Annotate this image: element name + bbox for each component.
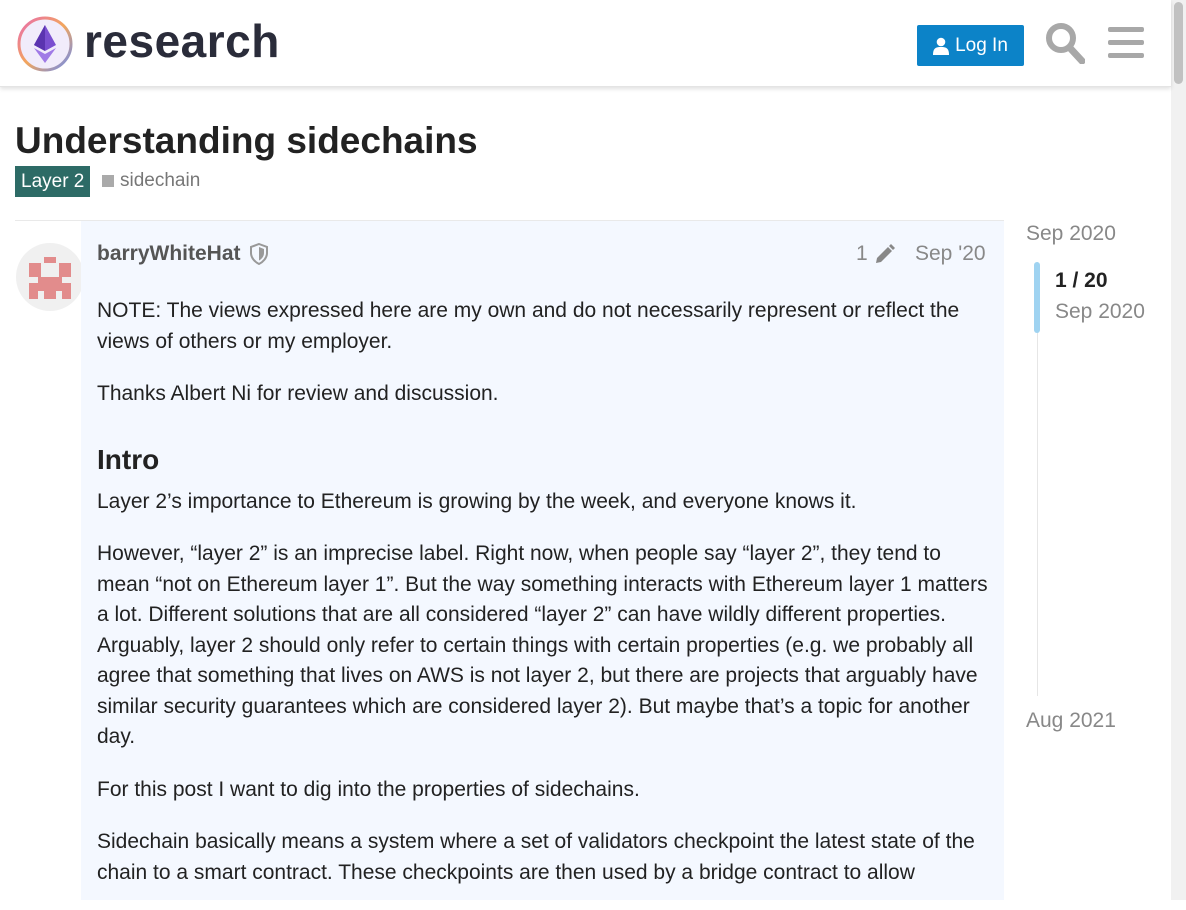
- post-paragraph: Layer 2’s importance to Ethereum is grow…: [97, 489, 857, 513]
- timeline-handle[interactable]: [1034, 262, 1040, 333]
- tag-sidechain[interactable]: sidechain: [102, 169, 200, 193]
- timeline-position-date: Sep 2020: [1055, 300, 1145, 323]
- research-logo-icon[interactable]: [16, 15, 74, 73]
- post-paragraph: Sidechain basically means a system where…: [97, 830, 975, 884]
- edit-history-button[interactable]: 1: [856, 242, 896, 266]
- tag-square-icon: [102, 175, 114, 187]
- post-paragraph: For this post I want to dig into the pro…: [97, 777, 640, 801]
- avatar[interactable]: [16, 243, 84, 311]
- post-date[interactable]: Sep '20: [915, 242, 986, 266]
- pencil-icon: [875, 244, 895, 263]
- site-header: research Log In: [0, 0, 1171, 87]
- search-icon[interactable]: [1045, 22, 1085, 64]
- login-button[interactable]: Log In: [917, 25, 1024, 66]
- category-badge[interactable]: Layer 2: [15, 166, 91, 197]
- post-paragraph: Thanks Albert Ni for review and discussi…: [97, 382, 499, 405]
- post-paragraph: However, “layer 2” is an imprecise label…: [97, 542, 988, 748]
- page-scrollbar[interactable]: [1171, 0, 1186, 900]
- identicon-icon: [16, 243, 84, 311]
- category-label: Layer 2: [21, 170, 85, 192]
- topic-title[interactable]: Understanding sidechains: [15, 120, 478, 162]
- site-logo-text[interactable]: research: [84, 14, 280, 68]
- post-username[interactable]: barryWhiteHat: [97, 242, 241, 266]
- login-label: Log In: [955, 34, 1008, 56]
- hamburger-menu-icon[interactable]: [1108, 27, 1144, 59]
- post-paragraph: NOTE: The views expressed here are my ow…: [97, 299, 960, 353]
- timeline-position: 1 / 20: [1055, 269, 1108, 292]
- tag-label: sidechain: [120, 170, 201, 191]
- edit-count: 1: [856, 242, 868, 265]
- user-icon: [933, 37, 950, 55]
- shield-icon: [250, 243, 268, 265]
- scrollbar-thumb[interactable]: [1174, 2, 1183, 84]
- timeline-end-date[interactable]: Aug 2021: [1026, 709, 1116, 733]
- post-heading: Intro: [97, 443, 160, 475]
- post-content: NOTE: The views expressed here are my ow…: [97, 296, 992, 910]
- timeline-start-date[interactable]: Sep 2020: [1026, 222, 1116, 246]
